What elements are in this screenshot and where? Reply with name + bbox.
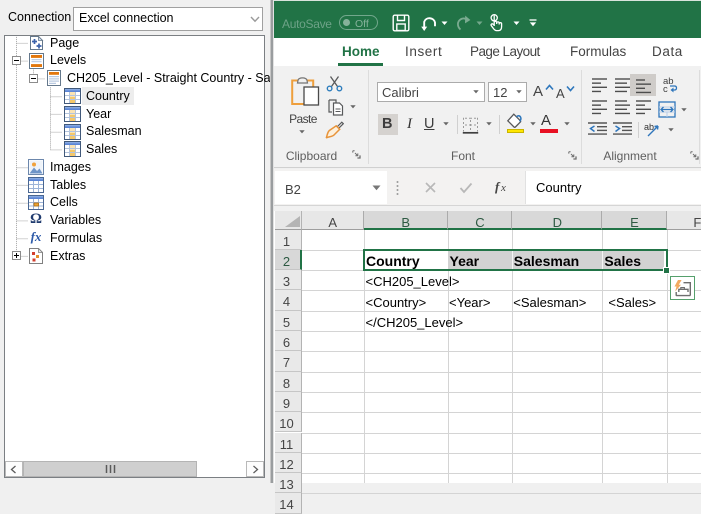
- svg-text:c: c: [663, 84, 668, 93]
